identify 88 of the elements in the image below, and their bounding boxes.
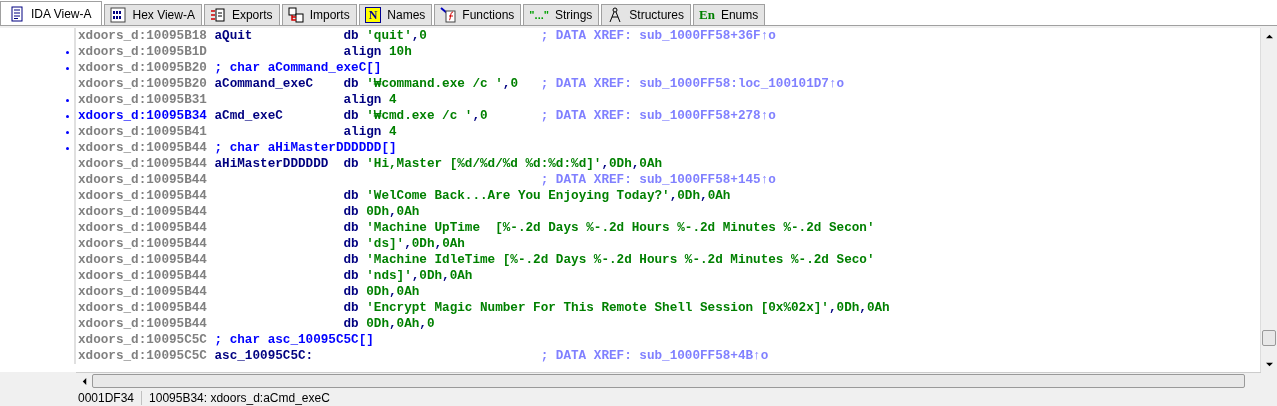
- xref-comment: ; DATA XREF: sub_1000FF58:loc_100101D7↑o: [539, 76, 845, 92]
- operand-text: 'quit',0: [366, 28, 427, 44]
- address-text: xdoors_d:10095B44: [78, 252, 208, 268]
- mnemonic-text: db: [343, 252, 359, 267]
- address-text: xdoors_d:10095B34: [78, 108, 208, 124]
- address-text: xdoors_d:10095B44: [78, 268, 208, 284]
- mnemonic-text: db: [343, 108, 359, 123]
- mnemonic-text: align: [343, 124, 382, 139]
- mnemonic-text: db: [343, 300, 359, 315]
- operand-text: '₩cmd.exe /c ',0: [366, 108, 488, 124]
- scroll-thumb[interactable]: [92, 374, 1245, 388]
- address-text: xdoors_d:10095B44: [78, 300, 208, 316]
- view-tab[interactable]: Imports: [281, 4, 357, 25]
- address-text: xdoors_d:10095B41: [78, 124, 208, 140]
- names-icon: N: [364, 7, 382, 23]
- binary-digits-icon: [110, 7, 127, 23]
- file-offset-text: 0001DF34: [78, 391, 143, 405]
- scroll-thumb[interactable]: [1262, 330, 1276, 346]
- mnemonic-text: db: [343, 204, 359, 219]
- mnemonic-text: db: [343, 76, 359, 91]
- operand-text: 4: [389, 92, 397, 108]
- vertical-scrollbar[interactable]: [1260, 28, 1277, 372]
- symbol-name: aHiMasterDDDDDD: [214, 156, 329, 171]
- declaration-comment: ; char aCommand_exeC[]: [214, 60, 382, 76]
- xref-comment: ; DATA XREF: sub_1000FF58+145↑o: [539, 172, 776, 188]
- view-tab[interactable]: En Enums: [693, 4, 766, 25]
- operand-text: 'Machine UpTime [%-.2d Days %-.2d Hours %-.2d Minutes %-.2d Secon': [366, 220, 875, 236]
- mnemonic-text: db: [343, 268, 359, 283]
- address-text: xdoors_d:10095B20: [78, 60, 208, 76]
- mnemonic-text: db: [343, 316, 359, 331]
- address-text: xdoors_d:10095B44: [78, 204, 208, 220]
- mnemonic-text: db: [343, 28, 359, 43]
- symbol-name: asc_10095C5C:: [214, 348, 314, 363]
- operand-text: 0Dh,0Ah,0: [366, 316, 435, 332]
- address-text: xdoors_d:10095B18: [78, 28, 208, 44]
- operand-text: 'WelCome Back...Are You Enjoying Today?',0Dh,0Ah: [366, 188, 731, 204]
- address-text: xdoors_d:10095B44: [78, 236, 208, 252]
- arrow-document-icon: [440, 7, 457, 23]
- address-text: xdoors_d:10095B20: [78, 76, 208, 92]
- symbol-name: aCmd_exeC: [214, 108, 283, 123]
- operand-text: '₩command.exe /c ',0: [366, 76, 518, 92]
- view-tab[interactable]: Structures: [601, 4, 691, 25]
- operand-text: 'nds]',0Dh,0Ah: [366, 268, 473, 284]
- address-text: xdoors_d:10095B44: [78, 172, 208, 188]
- view-tab[interactable]: "..." Strings: [523, 4, 600, 25]
- mnemonic-text: db: [343, 156, 359, 171]
- view-tab[interactable]: Functions: [434, 4, 522, 25]
- symbol-name: aQuit: [214, 28, 253, 43]
- document-arrows-icon: [209, 7, 226, 23]
- operand-text: 0Dh,0Ah: [366, 204, 420, 220]
- operand-text: 'Machine IdleTime [%-.2d Days %-.2d Hours %-.2d Minutes %-.2d Seco': [366, 252, 875, 268]
- document-icon: [9, 5, 25, 22]
- current-location-text: 10095B34: xdoors_d:aCmd_exeC: [149, 391, 330, 405]
- symbol-name: aCommand_exeC: [214, 76, 314, 91]
- mnemonic-text: db: [343, 220, 359, 235]
- operand-text: 'ds]',0Dh,0Ah: [366, 236, 465, 252]
- operand-text: 10h: [389, 44, 412, 60]
- address-text: xdoors_d:10095B44: [78, 220, 208, 236]
- xref-comment: ; DATA XREF: sub_1000FF58+36F↑o: [539, 28, 776, 44]
- address-text: xdoors_d:10095C5C: [78, 332, 208, 348]
- strings-icon: "...": [529, 8, 549, 22]
- address-text: xdoors_d:10095B44: [78, 140, 208, 156]
- xref-comment: ; DATA XREF: sub_1000FF58+278↑o: [539, 108, 776, 124]
- documents-icon: [287, 7, 304, 23]
- mnemonic-text: db: [343, 188, 359, 203]
- address-text: xdoors_d:10095B44: [78, 188, 208, 204]
- declaration-comment: ; char asc_10095C5C[]: [214, 332, 374, 348]
- mnemonic-text: db: [343, 236, 359, 251]
- view-tab[interactable]: IDA View-A: [0, 1, 103, 25]
- address-text: xdoors_d:10095B1D: [78, 44, 208, 60]
- view-tab[interactable]: Hex View-A: [104, 4, 202, 25]
- declaration-comment: ; char aHiMasterDDDDDD[]: [214, 140, 397, 156]
- operand-text: 0Dh,0Ah: [366, 284, 420, 300]
- mnemonic-text: align: [343, 44, 382, 59]
- operand-text: 4: [389, 124, 397, 140]
- address-text: xdoors_d:10095B44: [78, 316, 208, 332]
- address-text: xdoors_d:10095C5C: [78, 348, 208, 364]
- address-text: xdoors_d:10095B44: [78, 156, 208, 172]
- view-tab[interactable]: N Names: [358, 4, 433, 25]
- view-tab[interactable]: Exports: [203, 4, 280, 25]
- address-text: xdoors_d:10095B31: [78, 92, 208, 108]
- address-text: xdoors_d:10095B44: [78, 284, 208, 300]
- mnemonic-text: align: [343, 92, 382, 107]
- enums-icon: En: [699, 8, 715, 22]
- mnemonic-text: db: [343, 284, 359, 299]
- xref-comment: ; DATA XREF: sub_1000FF58+4B↑o: [539, 348, 769, 364]
- operand-text: 'Encrypt Magic Number For This Remote Shell Session [0x%02x]',0Dh,0Ah: [366, 300, 890, 316]
- operand-text: 'Hi,Master [%d/%d/%d %d:%d:%d]',0Dh,0Ah: [366, 156, 663, 172]
